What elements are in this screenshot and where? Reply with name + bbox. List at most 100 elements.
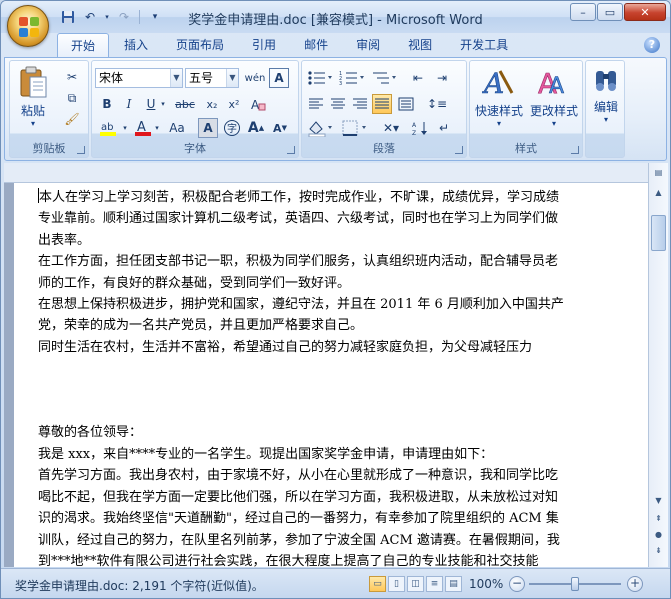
bold-button[interactable]: B (97, 94, 117, 114)
shrink-font-button[interactable]: A ▼ (270, 118, 290, 138)
format-painter-icon[interactable]: 🖌 (62, 109, 82, 129)
font-size-combo[interactable]: 五号 ▼ (185, 68, 239, 88)
show-marks-icon[interactable]: ↵ (434, 118, 454, 138)
view-buttons: ▭ ▯ ◫ ≡ ▤ (369, 576, 462, 592)
draft-view-icon[interactable]: ▤ (445, 576, 462, 592)
distributed-icon[interactable] (396, 94, 416, 114)
editing-label: 编辑 (593, 100, 618, 114)
align-right-icon[interactable] (350, 94, 370, 114)
quick-styles-dropdown-icon: ▾ (496, 119, 501, 128)
maximize-button[interactable]: ▭ (597, 3, 623, 21)
quick-styles-label: 快速样式 (474, 104, 523, 118)
superscript-button[interactable]: x² (224, 94, 244, 114)
subscript-button[interactable]: x₂ (202, 94, 222, 114)
clipboard-launcher-icon[interactable] (77, 146, 85, 154)
paragraph-line: 在思想上保持积极进步，拥护党和国家，遵纪守法，并且在 2011 年 6 月顺利加… (38, 297, 564, 313)
grow-font-button[interactable]: A ▲ (246, 118, 266, 138)
styles-launcher-icon[interactable] (571, 146, 579, 154)
ribbon-tabs: 开始 插入 页面布局 引用 邮件 审阅 视图 开发工具 (57, 33, 521, 57)
quick-styles-button[interactable]: A 快速样式 ▾ (472, 65, 526, 128)
paragraph-line: 师的工作，有良好的群众基础，受到同学们一致好评。 (38, 275, 351, 291)
paragraph-line: 首先学习方面。我出身农村，由于家境不好，从小在心里就形成了一种意识，我和同学比吃 (38, 468, 559, 484)
increase-indent-icon[interactable]: ⇥ (432, 68, 452, 88)
clear-formatting-icon[interactable]: A (248, 94, 268, 114)
italic-button[interactable]: I (119, 94, 139, 114)
enclose-characters-icon[interactable]: 字 (222, 118, 242, 138)
change-styles-button[interactable]: A A 更改样式 ▾ (526, 65, 582, 128)
tab-page-layout[interactable]: 页面布局 (163, 33, 237, 57)
close-button[interactable]: ✕ (624, 3, 666, 21)
align-center-icon[interactable] (328, 94, 348, 114)
tab-insert[interactable]: 插入 (111, 33, 161, 57)
change-case-button[interactable]: Aa (164, 118, 190, 138)
copy-icon[interactable]: ⧉ (62, 88, 82, 108)
sort-icon[interactable]: AZ (410, 118, 430, 138)
full-screen-reading-view-icon[interactable]: ▯ (388, 576, 405, 592)
borders-icon[interactable] (340, 118, 370, 138)
zoom-level[interactable]: 100% (469, 577, 503, 591)
align-left-icon[interactable] (306, 94, 326, 114)
font-group-label: 字体 (184, 142, 206, 155)
zoom-slider-thumb[interactable] (571, 577, 579, 591)
scroll-up-icon[interactable]: ▲ (651, 185, 666, 200)
scroll-thumb[interactable] (651, 215, 666, 251)
document-page[interactable]: 本人在学习上学习刻苦，积极配合老师工作，按时完成作业，不旷课，成绩优异，学习成绩… (14, 183, 648, 567)
font-size-dropdown-icon[interactable]: ▼ (226, 69, 238, 87)
font-name-dropdown-icon[interactable]: ▼ (170, 69, 182, 87)
font-name-value: 宋体 (99, 71, 124, 85)
office-button[interactable] (7, 5, 49, 47)
scroll-down-icon[interactable]: ▼ (651, 493, 666, 508)
tab-view[interactable]: 视图 (395, 33, 445, 57)
tab-references[interactable]: 引用 (239, 33, 289, 57)
ribbon: 粘贴 ▾ ✂ ⧉ 🖌 剪贴板 宋体 ▼ 五号 ▼ wén A B I U ▾ a… (4, 57, 667, 161)
character-border-icon[interactable]: A (269, 68, 289, 88)
shading-icon[interactable] (306, 118, 336, 138)
phonetic-guide-icon[interactable]: wén (243, 68, 267, 88)
word-count-status[interactable]: 奖学金申请理由.doc: 2,191 个字符(近似值)。 (15, 577, 264, 594)
zoom-in-icon[interactable]: + (627, 576, 643, 592)
asian-layout-icon[interactable]: ✕▾ (376, 118, 406, 138)
minimize-button[interactable]: – (570, 3, 596, 21)
previous-page-icon[interactable]: ⇞ (651, 511, 666, 526)
font-name-combo[interactable]: 宋体 ▼ (95, 68, 183, 88)
document-body[interactable]: 本人在学习上学习刻苦，积极配合老师工作，按时完成作业，不旷课，成绩优异，学习成绩… (38, 187, 594, 567)
tab-home[interactable]: 开始 (57, 33, 110, 57)
line-spacing-icon[interactable]: ↕≡ (422, 94, 452, 114)
highlight-dropdown-icon[interactable]: ▾ (121, 118, 129, 138)
tab-developer[interactable]: 开发工具 (447, 33, 521, 57)
font-color-button[interactable]: A (132, 118, 154, 138)
horizontal-ruler[interactable] (4, 163, 648, 183)
font-launcher-icon[interactable] (287, 146, 295, 154)
paragraph-launcher-icon[interactable] (455, 146, 463, 154)
editing-button[interactable]: 编辑 ▾ (588, 65, 624, 124)
outline-view-icon[interactable]: ≡ (426, 576, 443, 592)
print-layout-view-icon[interactable]: ▭ (369, 576, 386, 592)
numbering-icon[interactable]: 123 (338, 68, 368, 88)
tab-mailings[interactable]: 邮件 (291, 33, 341, 57)
cut-icon[interactable]: ✂ (62, 67, 82, 87)
tab-review[interactable]: 审阅 (343, 33, 393, 57)
zoom-out-icon[interactable]: − (509, 576, 525, 592)
multilevel-list-icon[interactable] (370, 68, 400, 88)
character-shading-icon[interactable]: A (198, 118, 218, 138)
underline-dropdown-icon[interactable]: ▾ (158, 94, 168, 114)
vertical-scrollbar[interactable]: ▤ ▲ ▼ ⇞ ● ⇟ (648, 163, 668, 567)
shrink-font-label: A (273, 121, 282, 135)
paste-dropdown-icon: ▾ (30, 119, 35, 128)
web-layout-view-icon[interactable]: ◫ (407, 576, 424, 592)
next-page-icon[interactable]: ⇟ (651, 543, 666, 558)
browse-object-icon[interactable]: ● (651, 527, 666, 542)
decrease-indent-icon[interactable]: ⇤ (408, 68, 428, 88)
justify-icon[interactable] (372, 94, 392, 114)
help-icon[interactable]: ? (644, 37, 660, 53)
strikethrough-button[interactable]: abc (172, 94, 198, 114)
paragraph-line: 到***地**软件有限公司进行社会实践，在很大程度上提高了自己的专业技能和社交技… (38, 553, 539, 567)
bullets-icon[interactable] (306, 68, 336, 88)
view-ruler-icon[interactable]: ▤ (651, 165, 666, 180)
editing-dropdown-icon: ▾ (603, 115, 608, 124)
paste-button[interactable]: 粘贴 ▾ (14, 65, 52, 128)
paragraph-line: 我是 xxx，来自****专业的一名学生。现提出国家奖学金申请，申请理由如下： (38, 446, 494, 462)
paragraph-group: 123 ⇤ ⇥ ↕≡ ✕▾ A Z ↵ 段落 (301, 60, 467, 158)
highlight-color-button[interactable]: ab (97, 118, 121, 138)
font-color-dropdown-icon[interactable]: ▾ (153, 118, 161, 138)
